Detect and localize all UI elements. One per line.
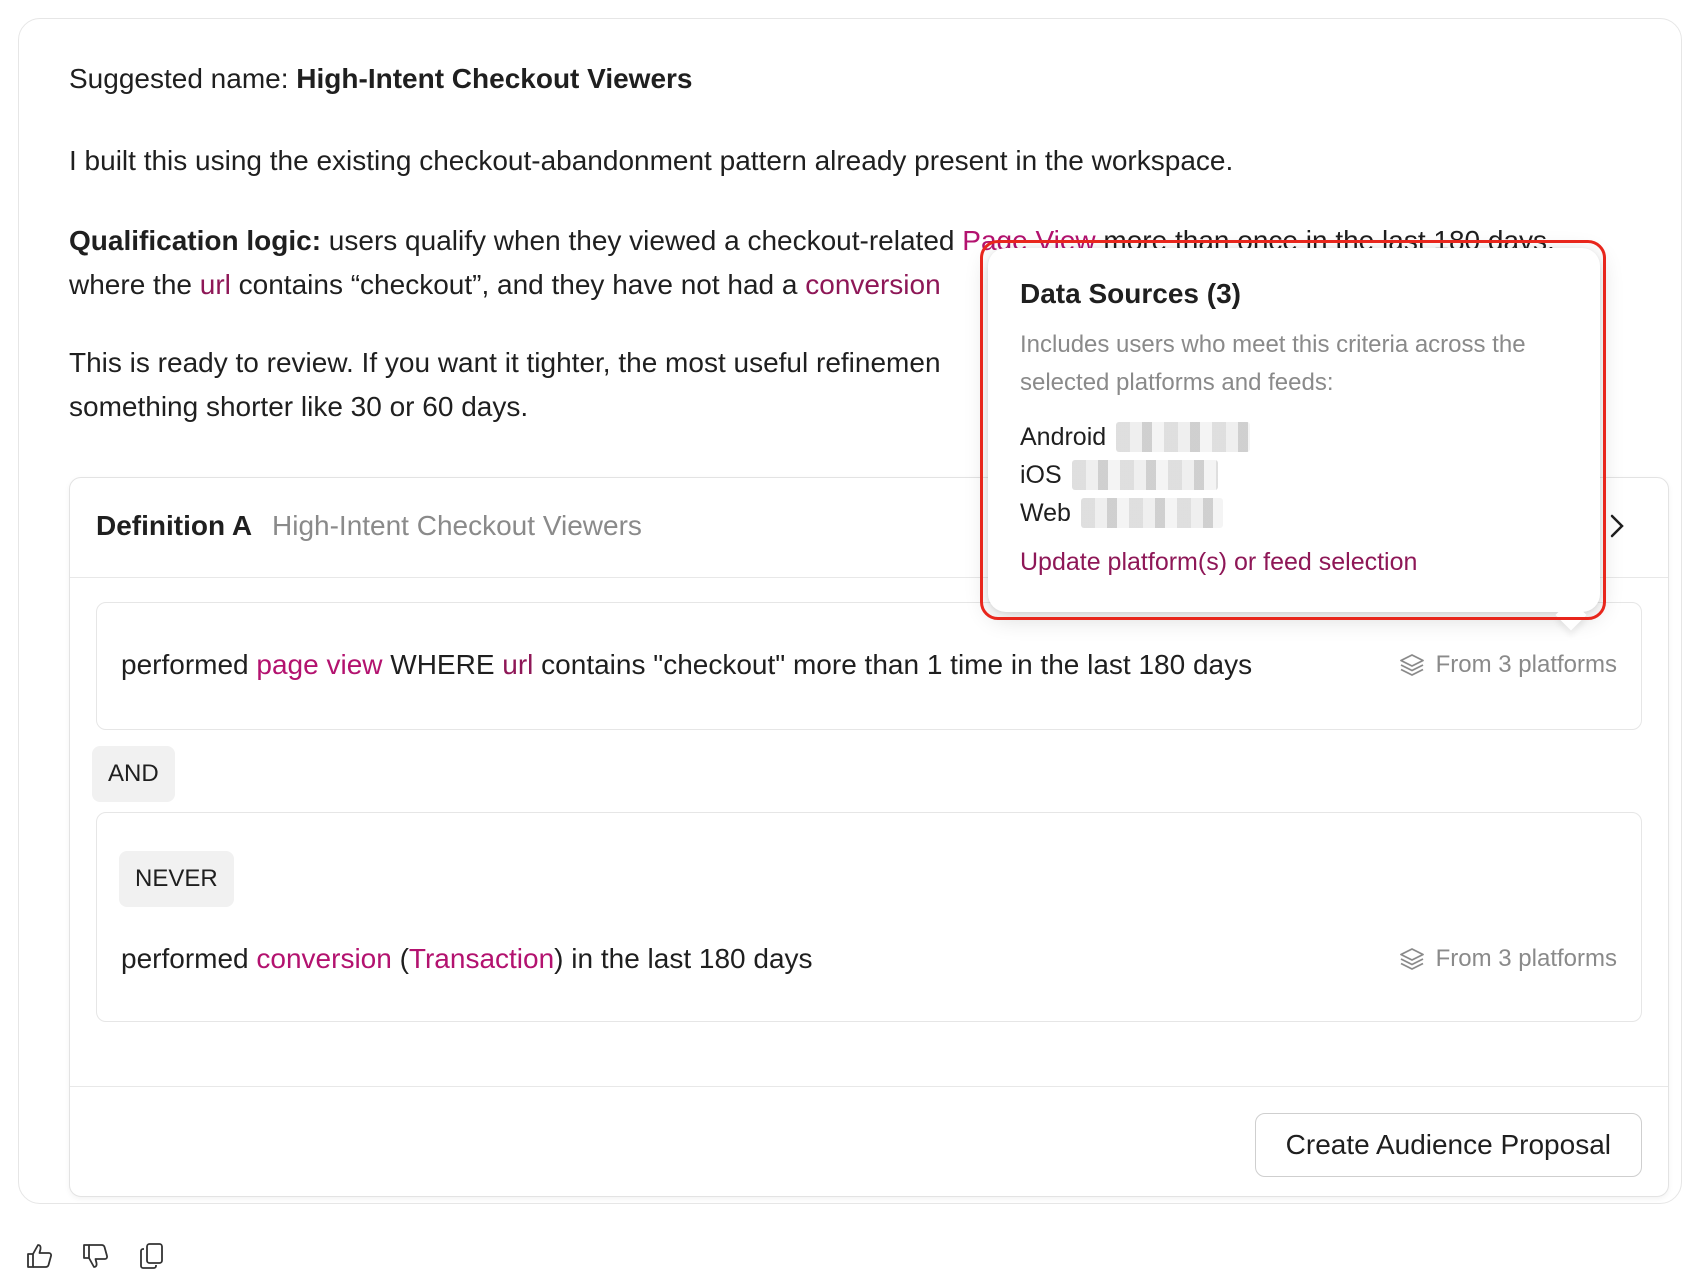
condition-2-text: performed conversion (Transaction) in th…	[121, 943, 813, 975]
condition-1-sources[interactable]: From 3 platforms	[1398, 651, 1617, 679]
review-text-2: something shorter like 30 or 60 days.	[69, 391, 529, 422]
condition-2-open: (	[391, 943, 409, 974]
condition-1-source-label: From 3 platforms	[1435, 651, 1617, 678]
suggested-name-label: Suggested name:	[69, 63, 297, 94]
chevron-right-icon[interactable]	[1606, 512, 1628, 540]
feedback-actions	[24, 1240, 168, 1272]
condition-1-where: WHERE	[382, 649, 503, 680]
suggested-name-value: High-Intent Checkout Viewers	[296, 63, 693, 94]
create-audience-proposal-button[interactable]: Create Audience Proposal	[1254, 1113, 1642, 1177]
condition-2-detail[interactable]: Transaction	[409, 943, 554, 974]
platform-web: Web	[1020, 494, 1250, 532]
definition-title: Definition A	[96, 510, 253, 541]
condition-1-event[interactable]: page view	[256, 649, 382, 680]
copy-icon[interactable]	[136, 1240, 168, 1272]
platform-name-ios: iOS	[1020, 461, 1062, 489]
condition-1-field[interactable]: url	[502, 649, 533, 680]
url-link[interactable]: url	[200, 269, 231, 300]
condition-1-text: performed page view WHERE url contains "…	[121, 649, 1252, 681]
condition-1-rest: contains "checkout" more than 1 time in …	[533, 649, 1253, 680]
redacted-feed-name	[1071, 460, 1218, 490]
condition-2-rest: ) in the last 180 days	[554, 943, 813, 974]
redacted-feed-name	[1116, 422, 1251, 452]
platform-list: Android iOS Web	[1020, 418, 1251, 532]
logic-text-4: contains “checkout”, and they have not h…	[230, 269, 806, 300]
definition-subtitle: High-Intent Checkout Viewers	[272, 510, 642, 541]
conversion-link[interactable]: conversion	[805, 269, 940, 300]
condition-2-event[interactable]: conversion	[256, 943, 391, 974]
data-sources-popover: Data Sources (3) Includes users who meet…	[988, 248, 1600, 631]
condition-2-performed: performed	[121, 943, 257, 974]
layers-icon	[1399, 948, 1424, 970]
thumbs-up-icon[interactable]	[24, 1240, 56, 1272]
condition-2-sources[interactable]: From 3 platforms	[1398, 945, 1617, 973]
condition-page-view: performed page view WHERE url contains "…	[96, 602, 1642, 730]
platform-name-android: Android	[1020, 423, 1107, 451]
platform-name-web: Web	[1020, 499, 1071, 527]
redacted-feed-name	[1080, 498, 1223, 528]
thumbs-down-icon[interactable]	[80, 1240, 112, 1272]
logic-text-3: where the	[69, 269, 200, 300]
platform-ios: iOS	[1020, 456, 1250, 494]
logic-text-1: users qualify when they viewed a checkou…	[321, 225, 963, 256]
condition-never-conversion: NEVER performed conversion (Transaction)…	[96, 812, 1642, 1022]
suggested-name-line: Suggested name: High-Intent Checkout Vie…	[69, 57, 693, 101]
intro-text: I built this using the existing checkout…	[69, 145, 1234, 176]
platform-android: Android	[1020, 418, 1251, 456]
review-text: This is ready to review. If you want it …	[69, 341, 941, 429]
never-operator[interactable]: NEVER	[119, 851, 234, 907]
condition-1-performed: performed	[121, 649, 257, 680]
review-text-1: This is ready to review. If you want it …	[69, 347, 941, 378]
logic-label: Qualification logic:	[69, 225, 322, 256]
update-platform-selection-link[interactable]: Update platform(s) or feed selection	[1020, 548, 1417, 577]
popover-title: Data Sources (3)	[1020, 278, 1241, 309]
popover-description: Includes users who meet this criteria ac…	[1020, 331, 1526, 396]
layers-icon	[1399, 654, 1424, 676]
definition-footer: Create Audience Proposal	[70, 1086, 1668, 1198]
condition-2-source-label: From 3 platforms	[1435, 945, 1617, 972]
and-operator[interactable]: AND	[92, 746, 175, 802]
